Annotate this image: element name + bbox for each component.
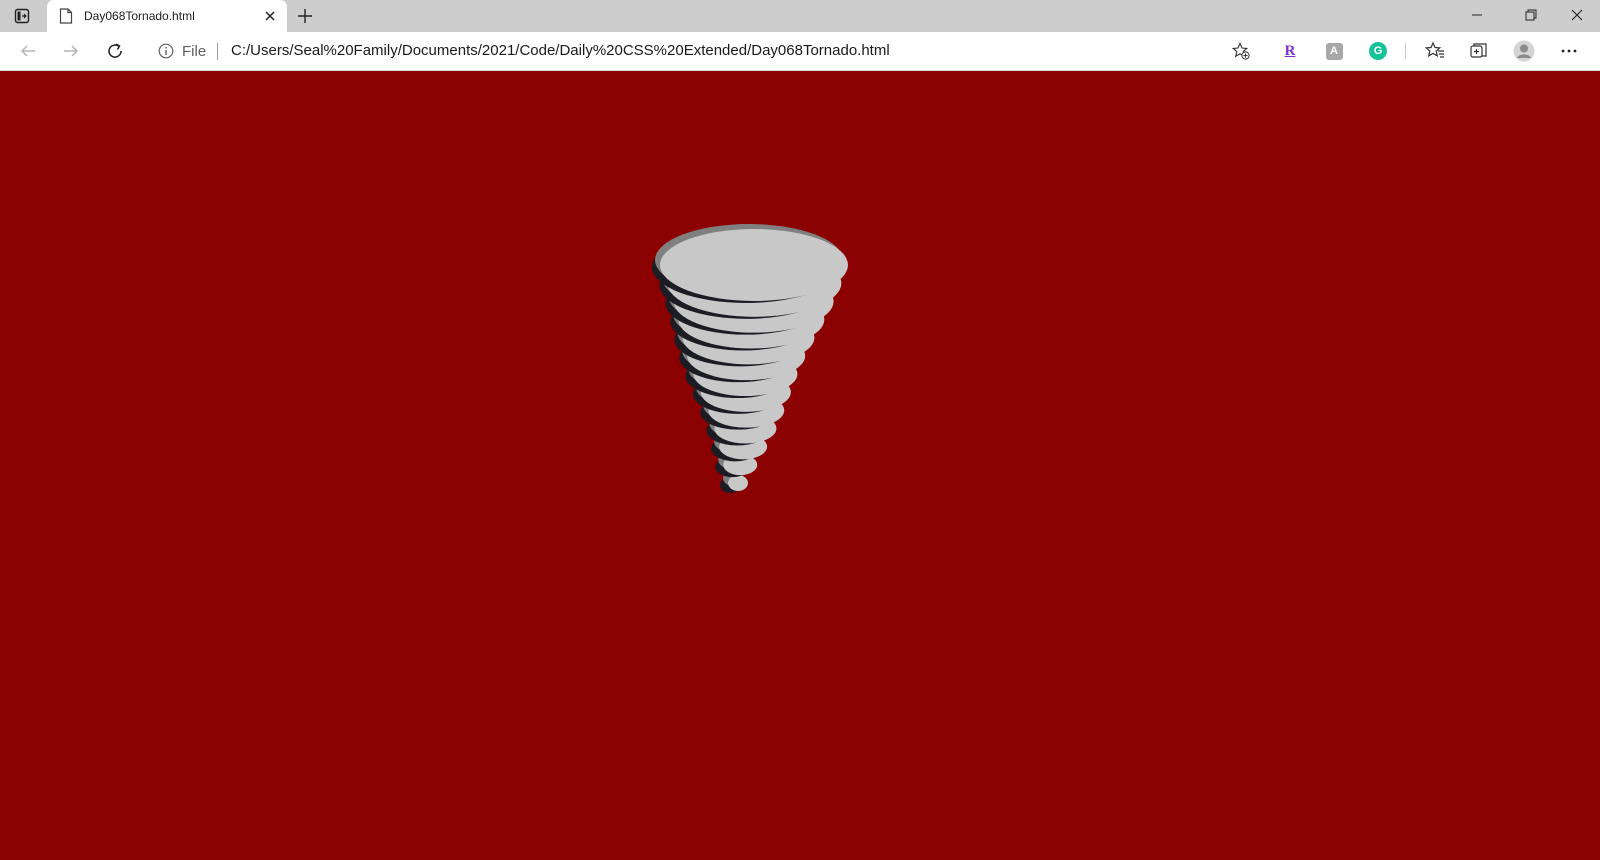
browser-toolbar: File C:/Users/Seal%20Family/Documents/20… — [0, 32, 1600, 71]
url-text[interactable]: C:/Users/Seal%20Family/Documents/2021/Co… — [231, 42, 890, 59]
more-icon[interactable] — [1557, 39, 1581, 63]
tornado-ring-body — [728, 475, 749, 491]
forward-icon[interactable] — [60, 40, 82, 62]
grammarly-icon[interactable]: G — [1366, 39, 1390, 63]
favorites-icon[interactable] — [1423, 39, 1447, 63]
profile-icon[interactable] — [1512, 39, 1536, 63]
scheme-label: File — [182, 43, 207, 60]
translate-extension-badge: A — [1325, 42, 1343, 60]
grammarly-badge: G — [1369, 42, 1387, 60]
r-extension-glyph: R — [1284, 42, 1296, 59]
tab-actions-icon[interactable] — [12, 7, 32, 25]
tab-strip: Day068Tornado.html — [0, 0, 1600, 32]
info-icon[interactable] — [158, 43, 174, 59]
back-icon[interactable] — [17, 40, 39, 62]
translate-extension-glyph: A — [1330, 45, 1338, 57]
close-icon[interactable] — [263, 9, 277, 23]
refresh-icon[interactable] — [104, 40, 126, 62]
collections-icon[interactable] — [1467, 39, 1491, 63]
page-icon — [59, 8, 73, 24]
minimize-icon[interactable] — [1454, 0, 1500, 30]
tab-title: Day068Tornado.html — [84, 9, 195, 23]
translate-extension-icon[interactable]: A — [1322, 39, 1346, 63]
tornado-ring-body — [660, 229, 848, 301]
address-bar[interactable]: File C:/Users/Seal%20Family/Documents/20… — [144, 36, 1262, 66]
restore-icon[interactable] — [1508, 0, 1554, 30]
toolbar-separator — [1405, 43, 1406, 59]
r-extension-icon[interactable]: R — [1278, 39, 1302, 63]
tornado-illustration — [652, 224, 848, 493]
page-content — [0, 71, 1600, 860]
add-favorite-icon[interactable] — [1231, 42, 1250, 60]
browser-tab[interactable]: Day068Tornado.html — [47, 0, 287, 32]
new-tab-icon[interactable] — [296, 7, 314, 25]
tornado-ring — [652, 224, 848, 303]
address-separator — [217, 43, 218, 60]
window-close-icon[interactable] — [1554, 0, 1600, 30]
grammarly-glyph: G — [1373, 45, 1383, 57]
